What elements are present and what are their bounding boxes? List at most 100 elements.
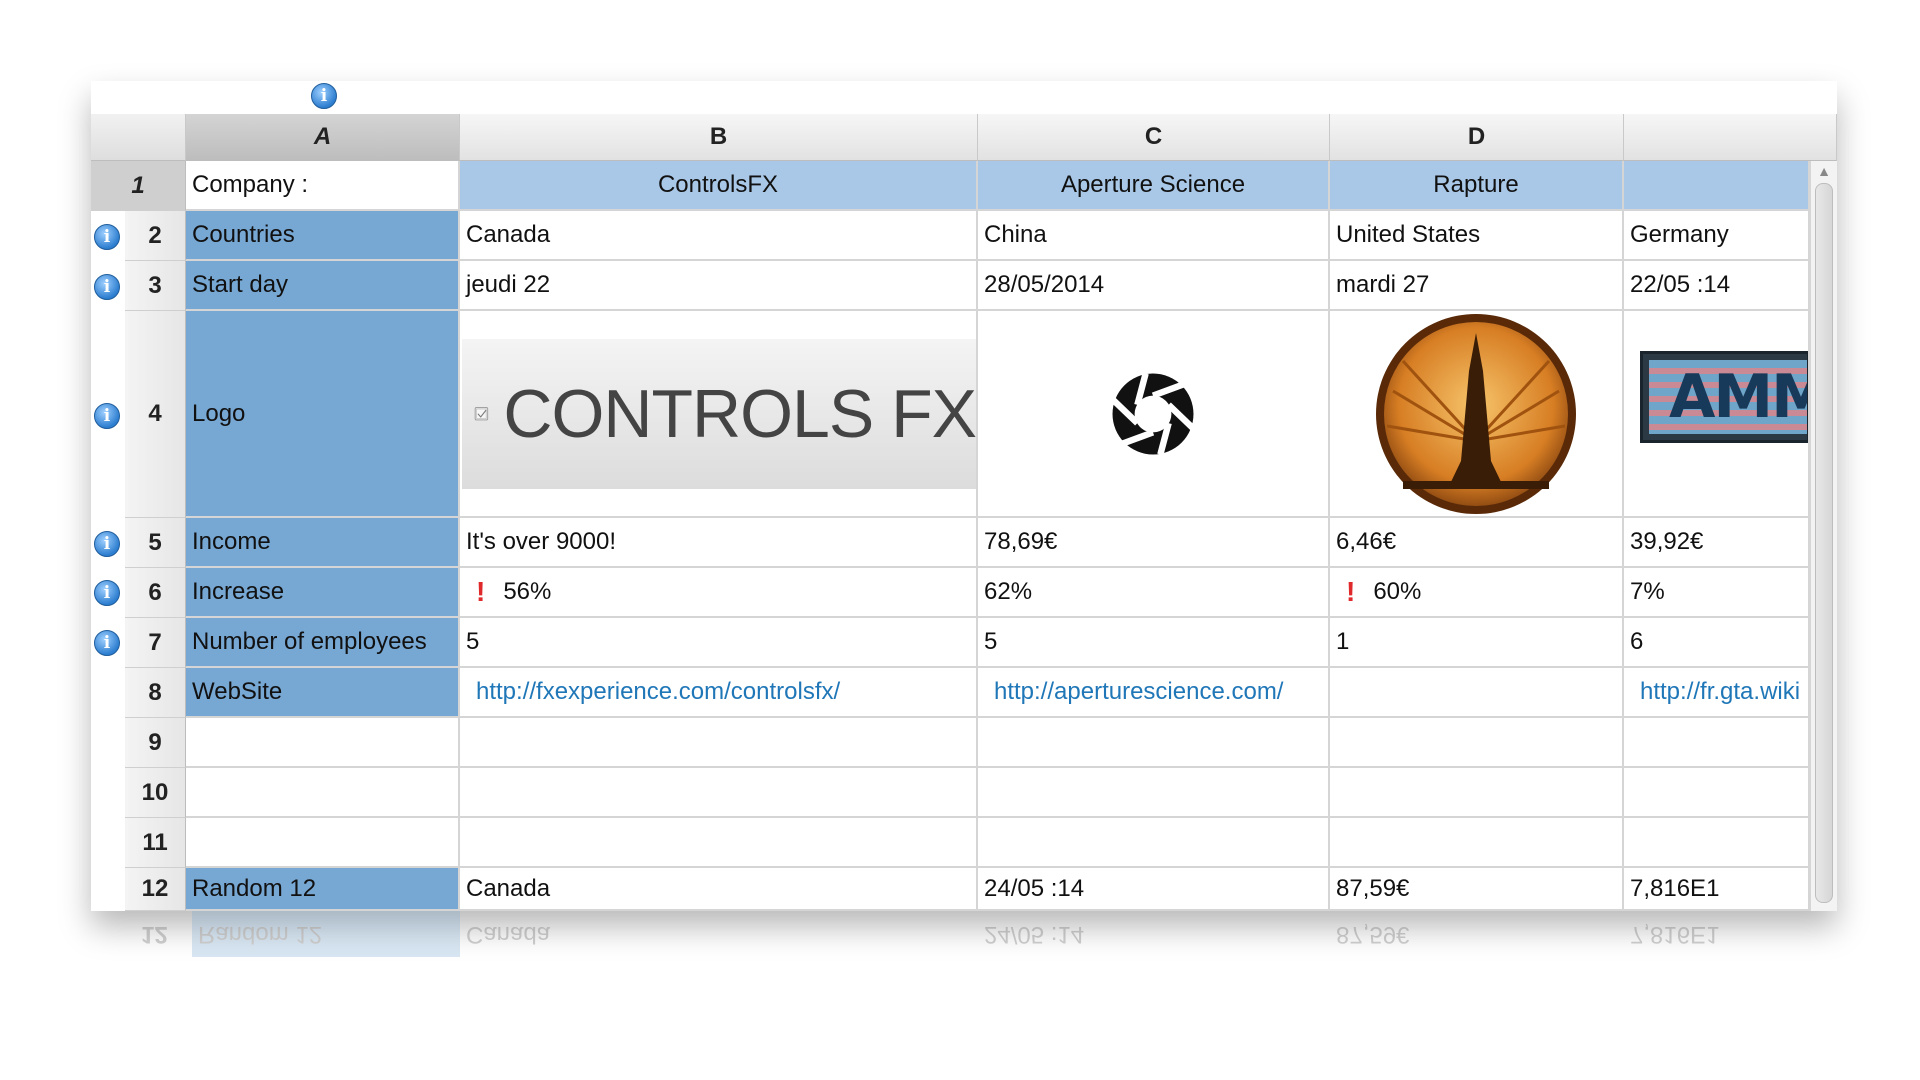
column-header-e[interactable] bbox=[1624, 114, 1837, 161]
cell-a4[interactable]: Logo bbox=[186, 311, 460, 518]
cell-d10[interactable] bbox=[1330, 768, 1624, 818]
row-7-info-icon[interactable]: i bbox=[94, 630, 120, 656]
row-header-11[interactable]: 11 bbox=[125, 818, 186, 868]
controlsfx-logo: CONTROLS FX bbox=[462, 339, 976, 489]
row-header-6[interactable]: 6 bbox=[125, 568, 186, 618]
cell-b7[interactable]: 5 bbox=[460, 618, 978, 668]
cell-e5[interactable]: 39,92€ bbox=[1624, 518, 1810, 568]
column-header-a[interactable]: A bbox=[186, 114, 460, 161]
cell-d7[interactable]: 1 bbox=[1330, 618, 1624, 668]
cell-a11[interactable] bbox=[186, 818, 460, 868]
rapture-logo-icon bbox=[1376, 313, 1576, 514]
cell-b4[interactable]: CONTROLS FX bbox=[460, 311, 978, 518]
cell-e11[interactable] bbox=[1624, 818, 1810, 868]
row-header-1[interactable]: 1 bbox=[91, 161, 186, 211]
exclamation-icon: ! bbox=[1346, 576, 1356, 607]
row-header-5[interactable]: 5 bbox=[125, 518, 186, 568]
cell-d9[interactable] bbox=[1330, 718, 1624, 768]
cell-e6[interactable]: 7% bbox=[1624, 568, 1810, 618]
column-header-b[interactable]: B bbox=[460, 114, 978, 161]
column-header-c[interactable]: C bbox=[978, 114, 1330, 161]
cell-c11[interactable] bbox=[978, 818, 1330, 868]
cell-b11[interactable] bbox=[460, 818, 978, 868]
cell-d3[interactable]: mardi 27 bbox=[1330, 261, 1624, 311]
cell-c4[interactable] bbox=[978, 311, 1330, 518]
cell-c9[interactable] bbox=[978, 718, 1330, 768]
cell-e8-link[interactable]: http://fr.gta.wiki bbox=[1624, 668, 1810, 718]
ammunation-logo: AMM bbox=[1640, 351, 1808, 443]
cell-c12[interactable]: 24/05 :14 bbox=[978, 868, 1330, 911]
row-header-8[interactable]: 8 bbox=[125, 668, 186, 718]
cell-e3[interactable]: 22/05 :14 bbox=[1624, 261, 1810, 311]
cell-b6-value: 56% bbox=[503, 578, 552, 605]
row-2-info-icon[interactable]: i bbox=[94, 224, 120, 250]
cell-b12[interactable]: Canada bbox=[460, 868, 978, 911]
cell-c5[interactable]: 78,69€ bbox=[978, 518, 1330, 568]
table-reflection: 12 Random 12 Canada 24/05 :14 87,59€ 7,8… bbox=[91, 911, 1837, 1011]
row-header-4[interactable]: 4 bbox=[125, 311, 186, 518]
controlsfx-logo-text: CONTROLS FX bbox=[503, 376, 976, 452]
cell-e1[interactable] bbox=[1624, 161, 1810, 211]
cell-a7[interactable]: Number of employees bbox=[186, 618, 460, 668]
cell-e12[interactable]: 7,816E1 bbox=[1624, 868, 1810, 911]
cell-a1[interactable]: Company : bbox=[186, 161, 460, 211]
row-header-9[interactable]: 9 bbox=[125, 718, 186, 768]
row-header-10[interactable]: 10 bbox=[125, 768, 186, 818]
cell-c8-link[interactable]: http://aperturescience.com/ bbox=[978, 668, 1330, 718]
cell-b2[interactable]: Canada bbox=[460, 211, 978, 261]
cell-d8[interactable] bbox=[1330, 668, 1624, 718]
row-header-3[interactable]: 3 bbox=[125, 261, 186, 311]
cell-b3[interactable]: jeudi 22 bbox=[460, 261, 978, 311]
row-header-2[interactable]: 2 bbox=[125, 211, 186, 261]
cell-e9[interactable] bbox=[1624, 718, 1810, 768]
cell-b6[interactable]: ! 56% bbox=[460, 568, 978, 618]
cell-d4[interactable] bbox=[1330, 311, 1624, 518]
cell-e4[interactable]: AMM bbox=[1624, 311, 1810, 518]
cell-a3[interactable]: Start day bbox=[186, 261, 460, 311]
row-4-info-icon[interactable]: i bbox=[94, 403, 120, 429]
row-5-info-icon[interactable]: i bbox=[94, 531, 120, 557]
exclamation-icon: ! bbox=[476, 576, 486, 607]
column-a-info-icon[interactable]: i bbox=[311, 83, 337, 109]
cell-d1[interactable]: Rapture bbox=[1330, 161, 1624, 211]
scrollbar-thumb[interactable] bbox=[1815, 183, 1833, 903]
cell-d12[interactable]: 87,59€ bbox=[1330, 868, 1624, 911]
column-header-d[interactable]: D bbox=[1330, 114, 1624, 161]
cell-b1[interactable]: ControlsFX bbox=[460, 161, 978, 211]
cell-a8[interactable]: WebSite bbox=[186, 668, 460, 718]
cell-b5[interactable]: It's over 9000! bbox=[460, 518, 978, 568]
cell-b10[interactable] bbox=[460, 768, 978, 818]
cell-c10[interactable] bbox=[978, 768, 1330, 818]
cell-a6[interactable]: Increase bbox=[186, 568, 460, 618]
row-3-info-icon[interactable]: i bbox=[94, 274, 120, 300]
cell-c3[interactable]: 28/05/2014 bbox=[978, 261, 1330, 311]
cell-b9[interactable] bbox=[460, 718, 978, 768]
spreadsheet-stage: i A B C D i i i i i i 1 2 3 4 5 6 7 8 9 … bbox=[0, 0, 1920, 1080]
ammunation-logo-text: AMM bbox=[1669, 362, 1807, 432]
cell-c1[interactable]: Aperture Science bbox=[978, 161, 1330, 211]
cell-d11[interactable] bbox=[1330, 818, 1624, 868]
cell-c2[interactable]: China bbox=[978, 211, 1330, 261]
row-6-info-icon[interactable]: i bbox=[94, 580, 120, 606]
aperture-logo-icon bbox=[1110, 372, 1196, 455]
row-header-12[interactable]: 12 bbox=[125, 868, 186, 911]
cell-a5[interactable]: Income bbox=[186, 518, 460, 568]
cell-a9[interactable] bbox=[186, 718, 460, 768]
cell-d6[interactable]: ! 60% bbox=[1330, 568, 1624, 618]
cell-e2[interactable]: Germany bbox=[1624, 211, 1810, 261]
scroll-up-arrow-icon[interactable]: ▲ bbox=[1815, 163, 1833, 179]
cell-a10[interactable] bbox=[186, 768, 460, 818]
vertical-scrollbar[interactable]: ▲ bbox=[1810, 161, 1837, 911]
cell-d2[interactable]: United States bbox=[1330, 211, 1624, 261]
cell-d6-value: 60% bbox=[1373, 578, 1422, 605]
cell-e7[interactable]: 6 bbox=[1624, 618, 1810, 668]
cell-d5[interactable]: 6,46€ bbox=[1330, 518, 1624, 568]
cell-e10[interactable] bbox=[1624, 768, 1810, 818]
cell-c7[interactable]: 5 bbox=[978, 618, 1330, 668]
cell-a12[interactable]: Random 12 bbox=[186, 868, 460, 911]
cell-c6[interactable]: 62% bbox=[978, 568, 1330, 618]
cell-b8-link[interactable]: http://fxexperience.com/controlsfx/ bbox=[460, 668, 978, 718]
row-header-7[interactable]: 7 bbox=[125, 618, 186, 668]
cell-a2[interactable]: Countries bbox=[186, 211, 460, 261]
header-corner[interactable] bbox=[91, 114, 186, 161]
